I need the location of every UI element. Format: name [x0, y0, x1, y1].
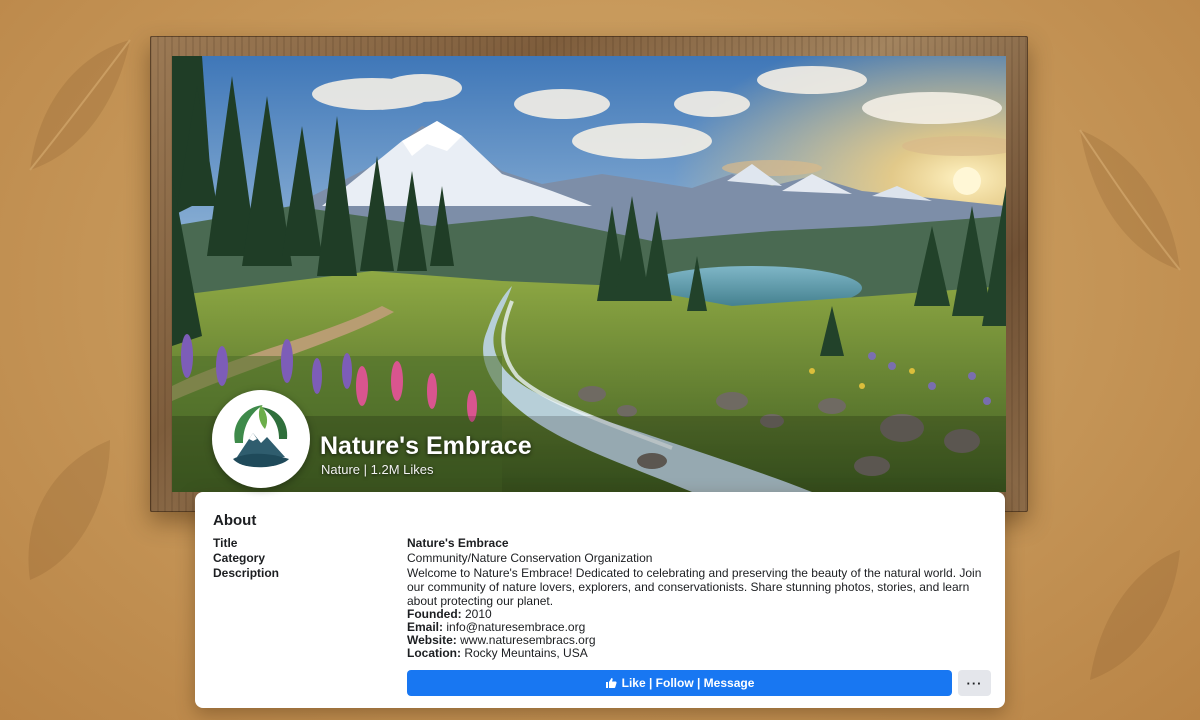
- description-label: Description: [213, 566, 280, 580]
- location-row: Location: Rocky Meuntains, USA: [407, 646, 987, 660]
- mountain-leaf-logo-icon: [223, 401, 299, 477]
- leaf-decoration-bottom-right: [1090, 550, 1180, 680]
- more-options-button[interactable]: ···: [958, 670, 991, 696]
- founded-value: 2010: [465, 607, 492, 621]
- leaf-decoration-top-left: [29, 39, 131, 171]
- email-row: Email: info@naturesembrace.org: [407, 620, 987, 634]
- page-title: Nature's Embrace: [320, 432, 532, 460]
- website-label: Website:: [407, 633, 457, 647]
- email-value[interactable]: info@naturesembrace.org: [446, 620, 585, 634]
- profile-avatar[interactable]: [212, 390, 310, 488]
- leaf-decoration-right: [1079, 129, 1181, 271]
- about-heading: About: [213, 512, 257, 529]
- location-label: Location:: [407, 646, 461, 660]
- like-follow-message-button[interactable]: Like | Follow | Message: [407, 670, 952, 696]
- description-value: Welcome to Nature's Embrace! Dedicated t…: [407, 566, 982, 608]
- category-label: Category: [213, 551, 266, 565]
- title-value: Nature's Embrace: [407, 536, 509, 550]
- title-label: Title: [213, 536, 238, 550]
- leaf-decoration-bottom-left: [28, 440, 110, 580]
- founded-label: Founded:: [407, 607, 462, 621]
- category-value: Community/Nature Conservation Organizati…: [407, 551, 653, 565]
- location-value: Rocky Meuntains, USA: [464, 646, 588, 660]
- thumbs-up-icon: [605, 678, 617, 688]
- founded-row: Founded: 2010: [407, 607, 987, 621]
- like-follow-message-label: Like | Follow | Message: [621, 676, 755, 690]
- about-card: About Title Nature's Embrace Category Co…: [195, 492, 1005, 708]
- page-category-likes: Nature | 1.2M Likes: [321, 462, 434, 477]
- email-label: Email:: [407, 620, 444, 634]
- website-row: Website: www.naturesembracs.org: [407, 633, 987, 647]
- website-value[interactable]: www.naturesembracs.org: [460, 633, 595, 647]
